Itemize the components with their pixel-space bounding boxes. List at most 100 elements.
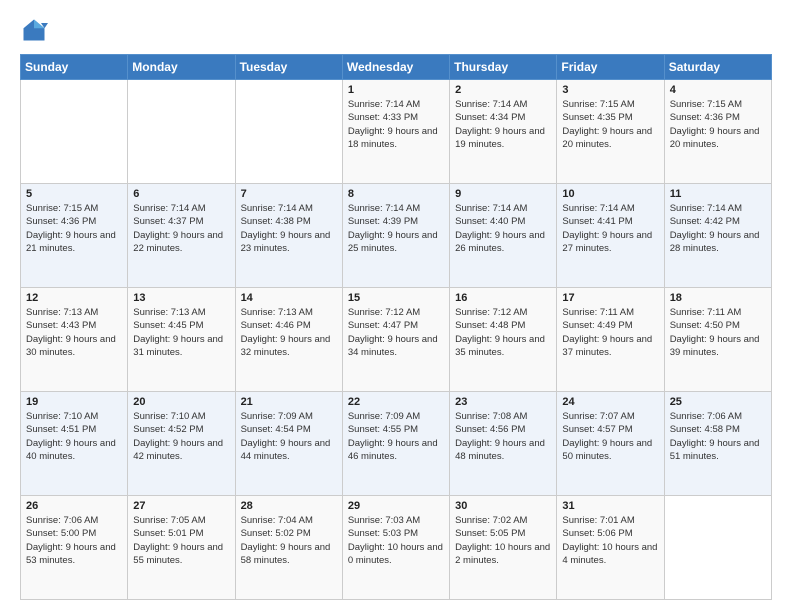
day-info: Sunrise: 7:05 AM Sunset: 5:01 PM Dayligh…: [133, 514, 229, 567]
calendar-cell-3-1: 20 Sunrise: 7:10 AM Sunset: 4:52 PM Dayli…: [128, 392, 235, 496]
day-number: 22: [348, 396, 444, 408]
day-number: 10: [562, 188, 658, 200]
day-info: Sunrise: 7:13 AM Sunset: 4:43 PM Dayligh…: [26, 306, 122, 359]
calendar-cell-3-2: 21Sunrise: 7:09 AM Sunset: 4:54 PM Dayli…: [235, 392, 342, 496]
calendar-cell-1-2: 7 Sunrise: 7:14 AM Sunset: 4:38 PM Daylig…: [235, 184, 342, 288]
calendar-cell-4-4: 30 Sunrise: 7:02 AM Sunset: 5:05 PM Dayli…: [450, 496, 557, 600]
calendar-cell-2-4: 16 Sunrise: 7:12 AM Sunset: 4:48 PM Dayli…: [450, 288, 557, 392]
calendar-table: SundayMondayTuesdayWednesdayThursdayFrid…: [20, 54, 772, 600]
day-info: Sunrise: 7:14 AM Sunset: 4:37 PM Dayligh…: [133, 202, 229, 255]
day-info: Sunrise: 7:04 AM Sunset: 5:02 PM Dayligh…: [241, 514, 337, 567]
calendar-cell-0-3: 1 Sunrise: 7:14 AM Sunset: 4:33 PM Daylig…: [342, 80, 449, 184]
weekday-header-tuesday: Tuesday: [235, 55, 342, 80]
day-number: 27: [133, 500, 229, 512]
calendar-cell-2-1: 13Sunrise: 7:13 AM Sunset: 4:45 PM Dayli…: [128, 288, 235, 392]
day-info: Sunrise: 7:14 AM Sunset: 4:33 PM Dayligh…: [348, 98, 444, 151]
day-info: Sunrise: 7:10 AM Sunset: 4:51 PM Dayligh…: [26, 410, 122, 463]
day-info: Sunrise: 7:12 AM Sunset: 4:48 PM Dayligh…: [455, 306, 551, 359]
calendar-cell-3-3: 22 Sunrise: 7:09 AM Sunset: 4:55 PM Dayli…: [342, 392, 449, 496]
calendar-cell-4-3: 29 Sunrise: 7:03 AM Sunset: 5:03 PM Dayli…: [342, 496, 449, 600]
calendar-cell-4-1: 27 Sunrise: 7:05 AM Sunset: 5:01 PM Dayli…: [128, 496, 235, 600]
day-number: 7: [241, 188, 337, 200]
day-info: Sunrise: 7:13 AM Sunset: 4:46 PM Dayligh…: [241, 306, 337, 359]
day-number: 3: [562, 84, 658, 96]
weekday-header-friday: Friday: [557, 55, 664, 80]
calendar-cell-2-6: 18 Sunrise: 7:11 AM Sunset: 4:50 PM Dayli…: [664, 288, 771, 392]
day-number: 11: [670, 188, 766, 200]
day-number: 19: [26, 396, 122, 408]
weekday-header-thursday: Thursday: [450, 55, 557, 80]
calendar-week-3: 19 Sunrise: 7:10 AM Sunset: 4:51 PM Dayli…: [21, 392, 772, 496]
weekday-header-saturday: Saturday: [664, 55, 771, 80]
calendar-cell-2-5: 17Sunrise: 7:11 AM Sunset: 4:49 PM Dayli…: [557, 288, 664, 392]
calendar-header-row: SundayMondayTuesdayWednesdayThursdayFrid…: [21, 55, 772, 80]
day-info: Sunrise: 7:14 AM Sunset: 4:41 PM Dayligh…: [562, 202, 658, 255]
day-info: Sunrise: 7:09 AM Sunset: 4:54 PM Dayligh…: [241, 410, 337, 463]
weekday-header-wednesday: Wednesday: [342, 55, 449, 80]
day-number: 23: [455, 396, 551, 408]
calendar-cell-0-6: 4 Sunrise: 7:15 AM Sunset: 4:36 PM Daylig…: [664, 80, 771, 184]
day-info: Sunrise: 7:10 AM Sunset: 4:52 PM Dayligh…: [133, 410, 229, 463]
calendar-cell-1-3: 8Sunrise: 7:14 AM Sunset: 4:39 PM Daylig…: [342, 184, 449, 288]
calendar-week-0: 1 Sunrise: 7:14 AM Sunset: 4:33 PM Daylig…: [21, 80, 772, 184]
calendar-cell-1-4: 9Sunrise: 7:14 AM Sunset: 4:40 PM Daylig…: [450, 184, 557, 288]
calendar-week-2: 12 Sunrise: 7:13 AM Sunset: 4:43 PM Dayli…: [21, 288, 772, 392]
header: [20, 16, 772, 44]
day-info: Sunrise: 7:01 AM Sunset: 5:06 PM Dayligh…: [562, 514, 658, 567]
day-number: 1: [348, 84, 444, 96]
day-info: Sunrise: 7:14 AM Sunset: 4:42 PM Dayligh…: [670, 202, 766, 255]
weekday-header-sunday: Sunday: [21, 55, 128, 80]
calendar-cell-0-5: 3 Sunrise: 7:15 AM Sunset: 4:35 PM Daylig…: [557, 80, 664, 184]
logo-icon: [20, 16, 48, 44]
day-number: 6: [133, 188, 229, 200]
day-info: Sunrise: 7:03 AM Sunset: 5:03 PM Dayligh…: [348, 514, 444, 567]
calendar-cell-0-4: 2 Sunrise: 7:14 AM Sunset: 4:34 PM Daylig…: [450, 80, 557, 184]
day-number: 30: [455, 500, 551, 512]
day-number: 24: [562, 396, 658, 408]
day-info: Sunrise: 7:11 AM Sunset: 4:50 PM Dayligh…: [670, 306, 766, 359]
calendar-cell-3-6: 25 Sunrise: 7:06 AM Sunset: 4:58 PM Dayli…: [664, 392, 771, 496]
day-number: 28: [241, 500, 337, 512]
day-info: Sunrise: 7:08 AM Sunset: 4:56 PM Dayligh…: [455, 410, 551, 463]
day-number: 14: [241, 292, 337, 304]
day-number: 5: [26, 188, 122, 200]
day-number: 8: [348, 188, 444, 200]
logo: [20, 16, 52, 44]
calendar-cell-4-2: 28 Sunrise: 7:04 AM Sunset: 5:02 PM Dayli…: [235, 496, 342, 600]
calendar-cell-0-1: [128, 80, 235, 184]
calendar-cell-1-6: 11 Sunrise: 7:14 AM Sunset: 4:42 PM Dayli…: [664, 184, 771, 288]
calendar-cell-4-6: [664, 496, 771, 600]
day-number: 2: [455, 84, 551, 96]
day-info: Sunrise: 7:12 AM Sunset: 4:47 PM Dayligh…: [348, 306, 444, 359]
day-number: 12: [26, 292, 122, 304]
day-number: 17: [562, 292, 658, 304]
calendar-cell-1-5: 10 Sunrise: 7:14 AM Sunset: 4:41 PM Dayli…: [557, 184, 664, 288]
day-info: Sunrise: 7:14 AM Sunset: 4:38 PM Dayligh…: [241, 202, 337, 255]
day-number: 4: [670, 84, 766, 96]
day-info: Sunrise: 7:14 AM Sunset: 4:34 PM Dayligh…: [455, 98, 551, 151]
day-info: Sunrise: 7:02 AM Sunset: 5:05 PM Dayligh…: [455, 514, 551, 567]
calendar-cell-1-0: 5 Sunrise: 7:15 AM Sunset: 4:36 PM Daylig…: [21, 184, 128, 288]
day-info: Sunrise: 7:15 AM Sunset: 4:35 PM Dayligh…: [562, 98, 658, 151]
day-number: 15: [348, 292, 444, 304]
day-number: 29: [348, 500, 444, 512]
calendar-cell-0-0: [21, 80, 128, 184]
calendar-cell-3-5: 24Sunrise: 7:07 AM Sunset: 4:57 PM Dayli…: [557, 392, 664, 496]
calendar-week-4: 26 Sunrise: 7:06 AM Sunset: 5:00 PM Dayli…: [21, 496, 772, 600]
calendar-cell-3-0: 19 Sunrise: 7:10 AM Sunset: 4:51 PM Dayli…: [21, 392, 128, 496]
day-info: Sunrise: 7:15 AM Sunset: 4:36 PM Dayligh…: [670, 98, 766, 151]
day-info: Sunrise: 7:09 AM Sunset: 4:55 PM Dayligh…: [348, 410, 444, 463]
day-number: 16: [455, 292, 551, 304]
day-info: Sunrise: 7:15 AM Sunset: 4:36 PM Dayligh…: [26, 202, 122, 255]
day-number: 25: [670, 396, 766, 408]
weekday-header-monday: Monday: [128, 55, 235, 80]
day-info: Sunrise: 7:06 AM Sunset: 5:00 PM Dayligh…: [26, 514, 122, 567]
day-number: 13: [133, 292, 229, 304]
calendar-cell-4-5: 31Sunrise: 7:01 AM Sunset: 5:06 PM Dayli…: [557, 496, 664, 600]
day-number: 26: [26, 500, 122, 512]
day-number: 18: [670, 292, 766, 304]
day-number: 20: [133, 396, 229, 408]
calendar-cell-1-1: 6 Sunrise: 7:14 AM Sunset: 4:37 PM Daylig…: [128, 184, 235, 288]
day-info: Sunrise: 7:06 AM Sunset: 4:58 PM Dayligh…: [670, 410, 766, 463]
calendar-cell-2-3: 15 Sunrise: 7:12 AM Sunset: 4:47 PM Dayli…: [342, 288, 449, 392]
